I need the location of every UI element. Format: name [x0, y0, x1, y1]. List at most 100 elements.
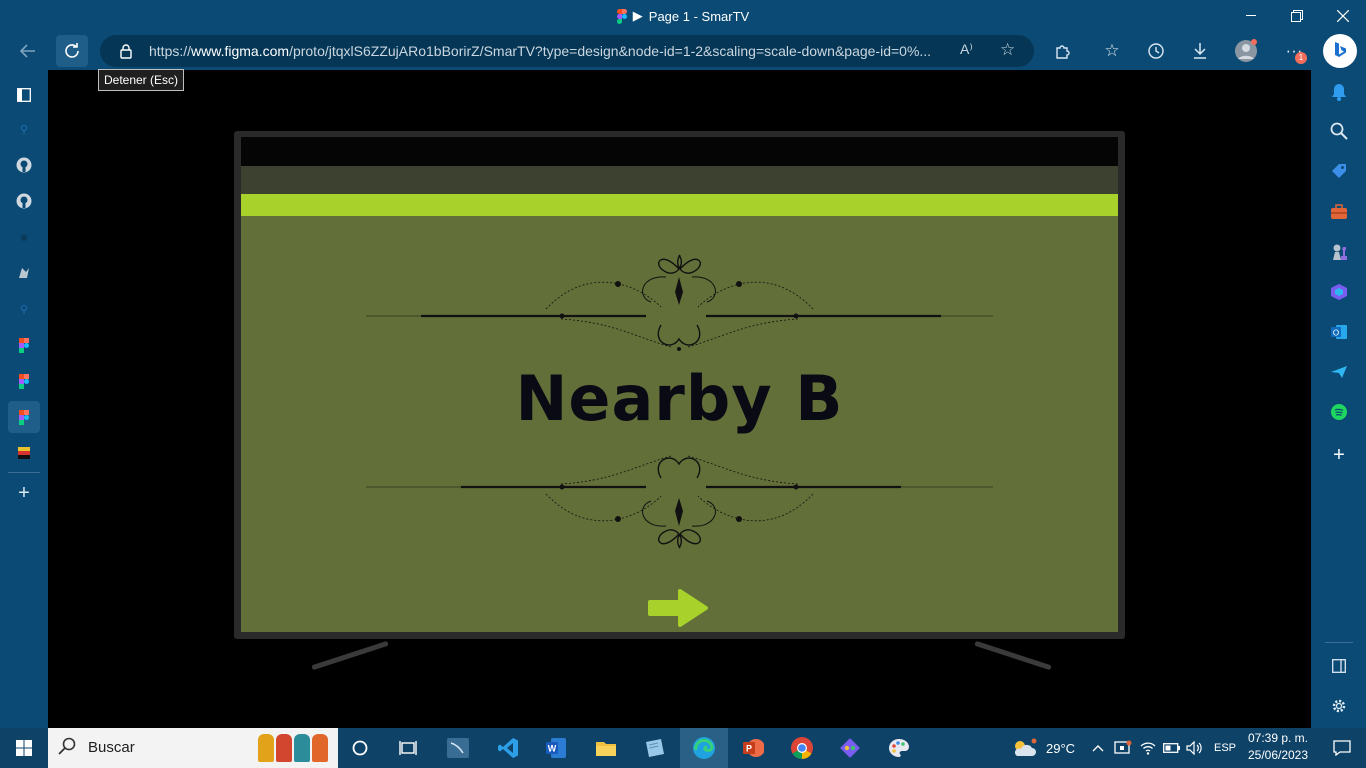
close-button[interactable]: [1320, 0, 1366, 32]
search-highlight-image: [258, 734, 328, 762]
tab-search-2[interactable]: ⚲: [8, 293, 40, 325]
favorites-icon[interactable]: ☆: [1096, 35, 1128, 67]
action-center-button[interactable]: [1318, 728, 1366, 768]
vscode-icon: [498, 738, 518, 758]
figma-icon: [616, 8, 627, 24]
windows-taskbar: Buscar W P 29°C ESP 07:39 p. m. 25/06/20…: [0, 728, 1366, 768]
folder-icon: [596, 742, 616, 756]
taskbar-app-powerpoint[interactable]: P: [729, 728, 777, 768]
plus-icon: +: [18, 481, 30, 504]
tab-actions-button[interactable]: [8, 79, 40, 111]
read-aloud-icon[interactable]: A⁾: [960, 41, 973, 58]
window-title: ▶ Page 1 - SmarTV: [0, 0, 1366, 32]
tv-stand-left: [311, 640, 389, 671]
start-button[interactable]: [0, 728, 48, 768]
battery-button[interactable]: [1163, 728, 1181, 768]
taskbar-app-git[interactable]: [826, 728, 874, 768]
profile-button[interactable]: [1230, 35, 1262, 67]
back-button[interactable]: [12, 35, 44, 67]
restore-button[interactable]: [1274, 0, 1320, 32]
tab-search[interactable]: ⚲: [8, 113, 40, 145]
clock-history-icon: [1148, 43, 1164, 59]
colorful-favicon-icon: [18, 447, 30, 459]
tab-github-2[interactable]: [8, 185, 40, 217]
bing-copilot-button[interactable]: [1323, 34, 1357, 68]
wifi-button[interactable]: [1140, 728, 1156, 768]
spotify-button[interactable]: [1325, 398, 1353, 426]
close-icon: [1337, 10, 1349, 22]
lock-icon: [120, 44, 132, 59]
taskbar-app-word[interactable]: W: [532, 728, 580, 768]
bell-icon: [1332, 84, 1346, 101]
tab-figma-2[interactable]: [8, 365, 40, 397]
downloads-icon[interactable]: [1184, 35, 1216, 67]
show-hidden-icons-button[interactable]: [1092, 728, 1104, 768]
database-app-icon: [447, 738, 469, 758]
taskbar-app-edge[interactable]: [680, 728, 728, 768]
favorite-star-icon[interactable]: ☆: [1000, 40, 1015, 60]
tab-figma-1[interactable]: [8, 329, 40, 361]
games-button[interactable]: [1325, 238, 1353, 266]
github-icon: [16, 157, 32, 173]
volume-button[interactable]: [1186, 728, 1204, 768]
tab-dark-site[interactable]: ●: [8, 221, 40, 253]
chess-piece-icon: [1333, 244, 1347, 260]
powerpoint-icon: P: [743, 739, 764, 757]
sidebar-settings-button[interactable]: [1325, 692, 1353, 720]
svg-text:W: W: [548, 744, 557, 754]
send-button[interactable]: [1325, 358, 1353, 386]
device-manager-icon: [1114, 740, 1132, 754]
taskbar-search-box[interactable]: Buscar: [48, 728, 338, 768]
taskbar-app-explorer[interactable]: [582, 728, 630, 768]
weather-temp: 29°C: [1046, 740, 1076, 756]
copilot-button[interactable]: [1325, 278, 1353, 306]
taskbar-app-paint[interactable]: [875, 728, 923, 768]
task-view-button[interactable]: [384, 728, 432, 768]
taskbar-app-vscode[interactable]: [484, 728, 532, 768]
word-icon: W: [546, 738, 566, 758]
screen-top-bar: [241, 137, 1118, 166]
notifications-button[interactable]: [1325, 78, 1353, 106]
stop-tooltip: Detener (Esc): [98, 69, 184, 91]
tab-colorful-site[interactable]: [8, 437, 40, 469]
address-bar[interactable]: https://www.figma.com/proto/jtqxlS6ZZujA…: [100, 35, 1034, 67]
taskbar-app-notes[interactable]: [630, 728, 678, 768]
next-arrow-button[interactable]: [646, 586, 710, 630]
tray-device-icon[interactable]: [1114, 728, 1132, 768]
bird-favicon-icon: [19, 268, 29, 278]
window-title-text: Page 1 - SmarTV: [648, 8, 750, 24]
panel-icon: [17, 88, 31, 102]
partly-cloudy-icon: [1014, 738, 1037, 756]
taskbar-clock[interactable]: 07:39 p. m. 25/06/2023: [1240, 730, 1316, 764]
chevron-up-icon: [1092, 745, 1104, 752]
windows-logo-icon: [16, 740, 32, 756]
tab-bird-site[interactable]: [8, 257, 40, 289]
prototype-headline: Nearby B: [515, 362, 844, 435]
search-icon: [58, 737, 76, 760]
restore-icon: [1291, 10, 1303, 22]
more-menu-button[interactable]: ··· 1: [1278, 35, 1310, 67]
input-language[interactable]: ESP: [1214, 728, 1236, 768]
weather-widget[interactable]: 29°C: [1010, 728, 1075, 768]
new-tab-button[interactable]: +: [8, 477, 40, 509]
tab-figma-active[interactable]: [8, 401, 40, 433]
url-text[interactable]: https://www.figma.com/proto/jtqxlS6ZZujA…: [149, 35, 949, 67]
reload-button[interactable]: [56, 35, 88, 67]
history-icon[interactable]: [1140, 35, 1172, 67]
prototype-frame[interactable]: Nearby B: [241, 137, 1118, 632]
outlook-button[interactable]: O: [1325, 318, 1353, 346]
taskbar-app-chrome[interactable]: [778, 728, 826, 768]
tab-github-1[interactable]: [8, 149, 40, 181]
add-sidebar-app-button[interactable]: +: [1325, 441, 1353, 469]
edge-sidebar: O +: [1311, 70, 1366, 728]
sidebar-search-button[interactable]: [1325, 117, 1353, 145]
hide-sidebar-button[interactable]: [1325, 652, 1353, 680]
cortana-button[interactable]: [336, 728, 384, 768]
taskbar-app-workbench[interactable]: [434, 728, 482, 768]
tools-button[interactable]: [1325, 198, 1353, 226]
extensions-icon[interactable]: [1047, 35, 1079, 67]
svg-text:P: P: [746, 744, 752, 754]
minimize-button[interactable]: [1228, 0, 1274, 32]
shopping-button[interactable]: [1325, 157, 1353, 185]
page-viewport: Nearby B: [48, 70, 1311, 728]
